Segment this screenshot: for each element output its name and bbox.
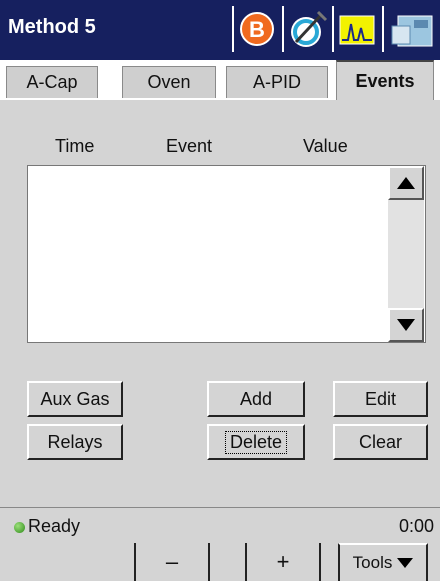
decrement-button[interactable]: –: [134, 543, 210, 581]
window-title: Method 5: [8, 16, 96, 38]
column-header-time: Time: [55, 136, 95, 156]
column-header-event: Event: [166, 136, 213, 156]
tab-events[interactable]: Events: [336, 60, 434, 100]
plus-icon: +: [276, 549, 290, 574]
relays-button[interactable]: Relays: [27, 424, 123, 460]
b-badge-icon[interactable]: B: [232, 6, 280, 52]
status-indicator-icon: [14, 522, 25, 533]
button-label: Clear: [358, 431, 402, 452]
arrow-up-icon: [397, 177, 415, 189]
aux-gas-button[interactable]: Aux Gas: [27, 381, 123, 417]
tab-strip: A-Cap Oven A-PID Events: [0, 60, 440, 100]
button-label: Relays: [47, 431, 103, 452]
scroll-up-button[interactable]: [388, 166, 424, 200]
add-button[interactable]: Add: [207, 381, 305, 417]
tab-a-pid[interactable]: A-PID: [226, 66, 328, 98]
button-label: Edit: [364, 388, 397, 409]
button-label: Add: [239, 388, 273, 409]
status-text: Ready: [28, 516, 81, 536]
tools-menu-button[interactable]: Tools: [338, 543, 428, 581]
scroll-down-button[interactable]: [388, 308, 424, 342]
tab-oven[interactable]: Oven: [122, 66, 216, 98]
minus-icon: –: [165, 549, 179, 574]
column-header-value: Value: [303, 136, 348, 156]
instrument-icon[interactable]: [382, 6, 440, 52]
edit-button[interactable]: Edit: [333, 381, 428, 417]
tools-label: Tools: [352, 553, 393, 572]
tab-label: Oven: [147, 72, 191, 92]
tab-label: A-PID: [252, 72, 301, 92]
syringe-column-icon[interactable]: [282, 6, 330, 52]
arrow-down-icon: [397, 319, 415, 331]
title-bar: Method 5 B: [0, 0, 440, 60]
chromatogram-icon[interactable]: [332, 6, 380, 52]
tab-label: A-Cap: [26, 72, 78, 92]
dropdown-arrow-icon: [397, 558, 414, 568]
delete-button[interactable]: Delete: [207, 424, 305, 460]
button-label: Delete: [224, 430, 288, 454]
tab-label: Events: [355, 70, 415, 91]
run-time: 0:00: [398, 516, 434, 536]
bottom-toolbar: – + Tools: [0, 539, 440, 581]
clear-button[interactable]: Clear: [333, 424, 428, 460]
increment-button[interactable]: +: [245, 543, 321, 581]
tab-a-cap[interactable]: A-Cap: [6, 66, 98, 98]
svg-text:B: B: [249, 17, 265, 42]
button-label: Aux Gas: [40, 388, 110, 409]
events-list[interactable]: [27, 165, 426, 343]
status-bar: Ready 0:00: [0, 507, 440, 539]
